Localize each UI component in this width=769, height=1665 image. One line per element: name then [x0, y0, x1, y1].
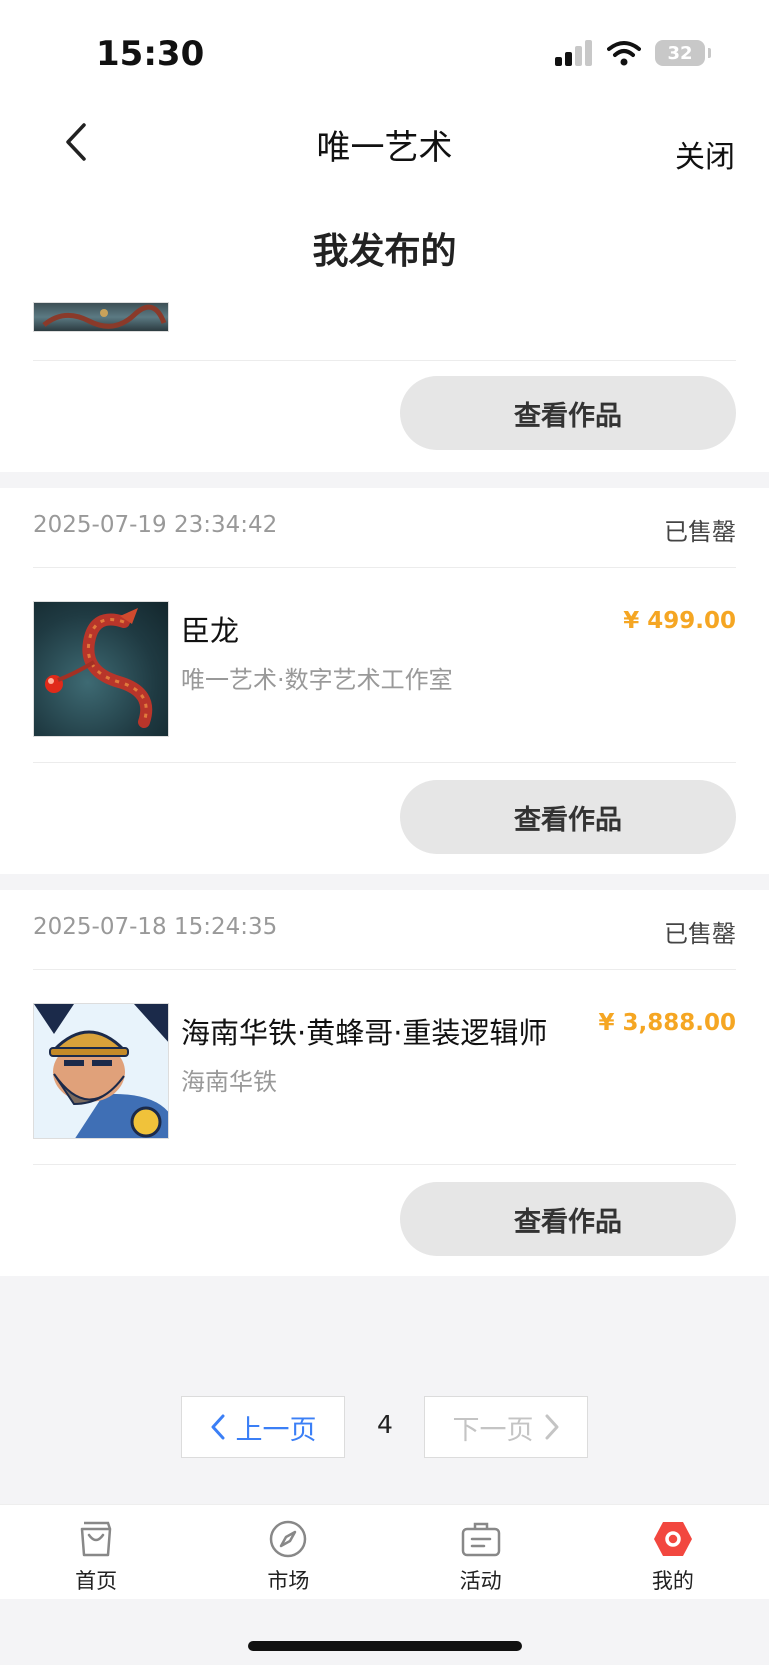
nav-bar: 唯一艺术 关闭 [0, 110, 769, 190]
tab-home[interactable]: 首页 [0, 1505, 192, 1599]
status-time: 15:30 [96, 34, 205, 74]
status-icons: 32 [555, 40, 711, 66]
prev-page-label: 上一页 [235, 1414, 317, 1446]
signal-icon [555, 40, 592, 66]
dragon-artwork-thumbnail [33, 601, 169, 737]
view-artwork-button[interactable]: 查看作品 [400, 1182, 736, 1256]
tab-market[interactable]: 市场 [192, 1505, 384, 1599]
battery-indicator: 32 [655, 40, 711, 66]
tab-label: 活动 [459, 1569, 502, 1593]
order-card: 2025-07-19 23:34:42 已售罄 臣龙 唯一艺术·数字艺术工作室 … [0, 488, 769, 874]
item-shop: 唯一艺术·数字艺术工作室 [181, 666, 453, 694]
item-price: ¥ 499.00 [623, 608, 736, 634]
order-item[interactable]: 臣龙 唯一艺术·数字艺术工作室 ¥ 499.00 [33, 568, 736, 763]
item-name: 海南华铁·黄蜂哥·重装逻辑师 [181, 1016, 548, 1050]
tab-mine[interactable]: 我的 [577, 1505, 769, 1599]
item-name: 臣龙 [181, 614, 240, 648]
view-artwork-button[interactable]: 查看作品 [400, 376, 736, 450]
tab-activity[interactable]: 活动 [385, 1505, 577, 1599]
chevron-left-icon [211, 1414, 224, 1440]
tab-label: 市场 [267, 1569, 310, 1593]
status-badge: 已售罄 [664, 518, 736, 546]
bottom-tab-bar: 首页 市场 活动 我的 [0, 1504, 769, 1599]
card-header: 2025-07-18 15:24:35 已售罄 [33, 890, 736, 970]
home-indicator [248, 1641, 522, 1651]
page-title: 唯一艺术 [316, 128, 453, 168]
status-badge: 已售罄 [664, 920, 736, 948]
item-shop: 海南华铁 [181, 1068, 277, 1096]
status-bar: 15:30 32 [0, 0, 769, 110]
compass-icon [266, 1517, 310, 1561]
view-artwork-button[interactable]: 查看作品 [400, 780, 736, 854]
briefcase-icon [459, 1517, 503, 1561]
order-date: 2025-07-19 23:34:42 [33, 512, 278, 538]
close-button[interactable]: 关闭 [675, 132, 735, 176]
order-card: 2025-07-18 15:24:35 已售罄 海南华铁·黄蜂哥·重装逻辑师 海… [0, 890, 769, 1276]
tab-label: 我的 [651, 1569, 694, 1593]
order-item[interactable]: 海南华铁·黄蜂哥·重装逻辑师 海南华铁 ¥ 3,888.00 [33, 970, 736, 1165]
next-page-label: 下一页 [452, 1414, 534, 1446]
tab-label: 首页 [75, 1569, 118, 1593]
section-heading: 我发布的 [0, 190, 769, 290]
current-page-number: 4 [377, 1410, 393, 1439]
order-card-partial: 查看作品 [0, 290, 769, 472]
partial-thumbnail [33, 302, 169, 332]
card-header: 2025-07-19 23:34:42 已售罄 [33, 488, 736, 568]
bearded-worker-artwork-thumbnail [33, 1003, 169, 1139]
wifi-icon [607, 41, 641, 66]
next-page-button[interactable]: 下一页 [424, 1396, 588, 1458]
item-price: ¥ 3,888.00 [598, 1010, 736, 1036]
profile-badge-icon [651, 1517, 695, 1561]
shopping-bag-icon [74, 1517, 118, 1561]
chevron-right-icon [545, 1414, 558, 1440]
prev-page-button[interactable]: 上一页 [181, 1396, 345, 1458]
order-date: 2025-07-18 15:24:35 [33, 914, 278, 940]
pagination: 上一页 4 下一页 [0, 1396, 769, 1458]
